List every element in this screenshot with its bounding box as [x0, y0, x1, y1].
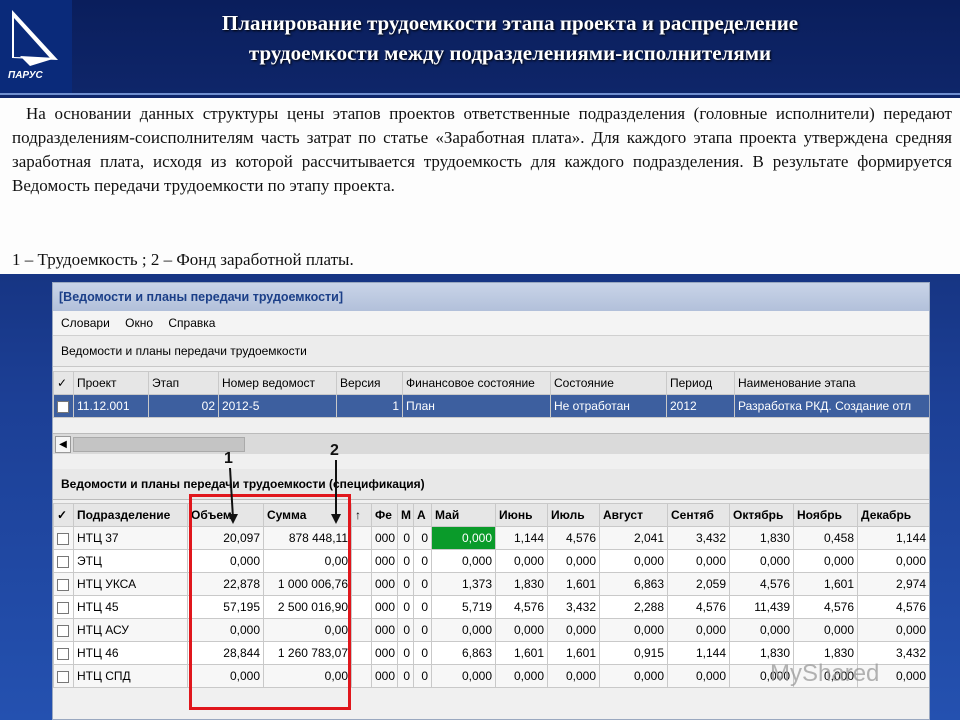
marker-arrows — [228, 460, 341, 524]
arrow-2-head — [331, 514, 341, 524]
watermark: MyShared — [770, 660, 880, 687]
arrow-1-line — [229, 467, 234, 519]
arrow-1-head — [228, 514, 238, 524]
